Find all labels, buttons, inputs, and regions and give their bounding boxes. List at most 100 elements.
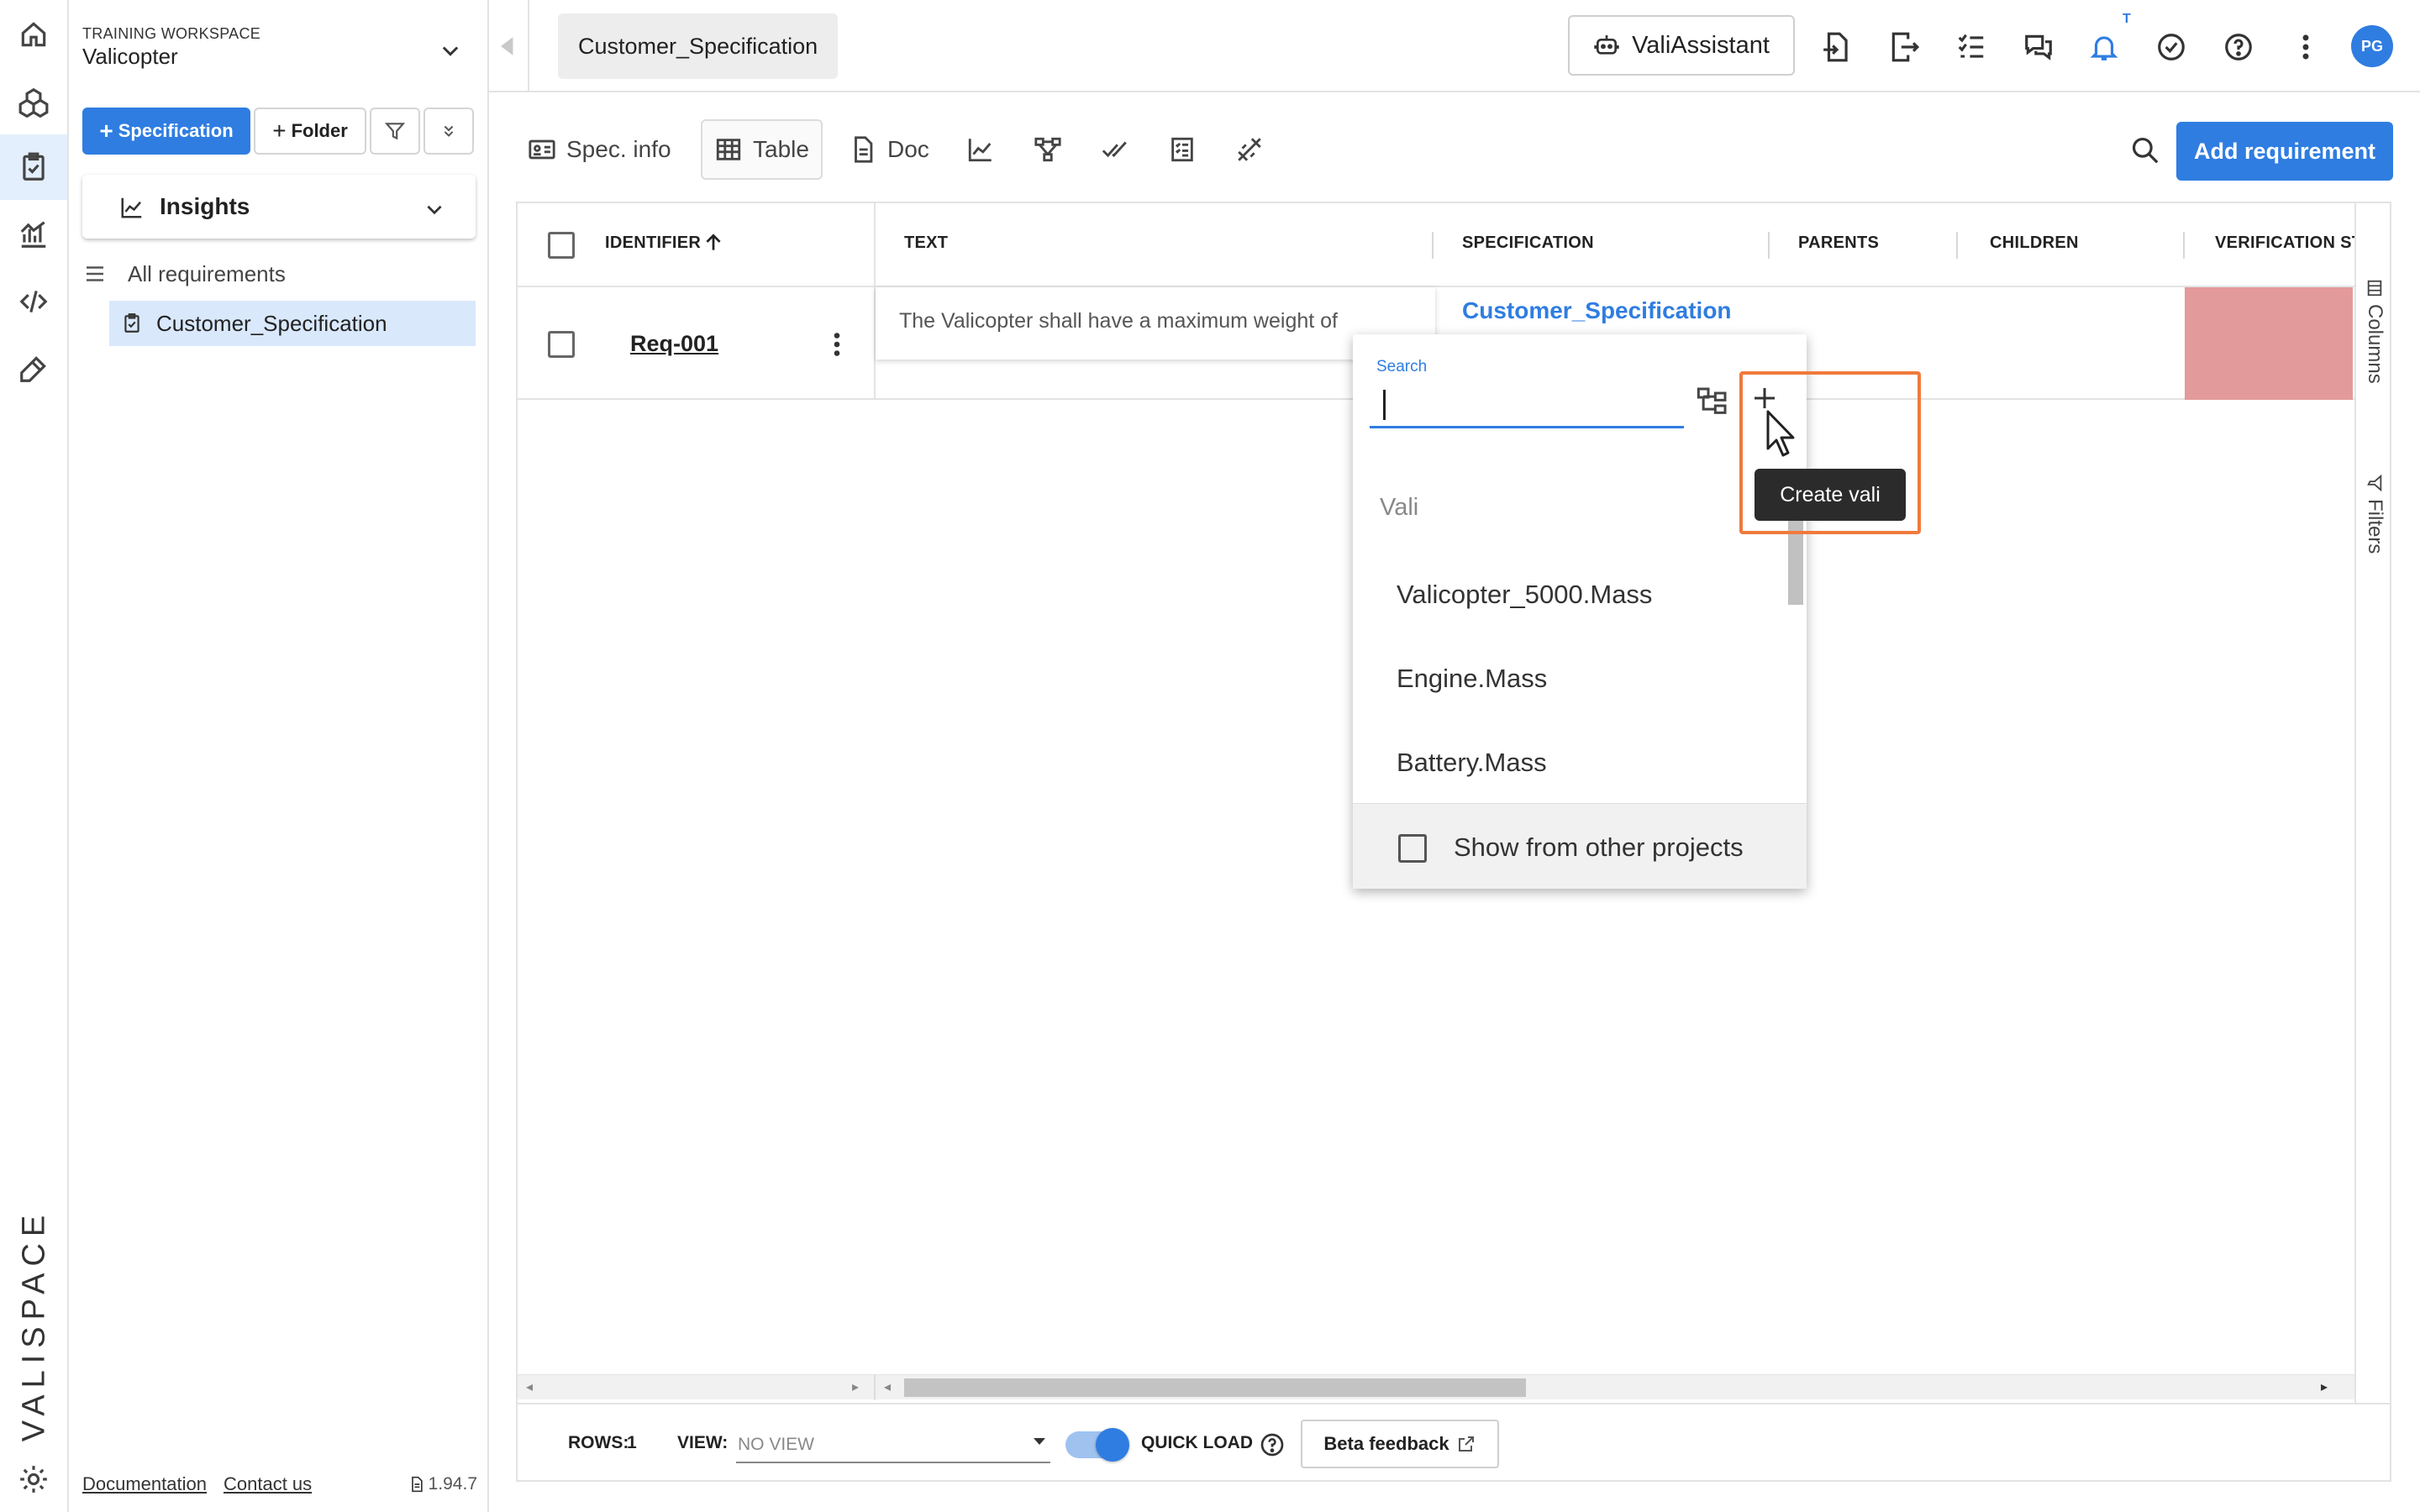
column-identifier[interactable]: IDENTIFIER bbox=[605, 234, 701, 253]
tooltip: Create vali bbox=[1754, 469, 1906, 521]
verification-status-cell[interactable] bbox=[2185, 287, 2353, 400]
more-vertical-icon[interactable] bbox=[2287, 29, 2324, 66]
collapse-sidebar-button[interactable] bbox=[489, 0, 529, 92]
chevron-down-icon[interactable] bbox=[424, 198, 445, 220]
valispace-logo: VALISPACE bbox=[16, 1208, 52, 1441]
search-input[interactable] bbox=[1370, 378, 1684, 428]
documentation-link[interactable]: Documentation bbox=[82, 1473, 207, 1495]
tree-item-customer-specification[interactable]: Customer_Specification bbox=[109, 301, 476, 346]
verification-view-icon[interactable] bbox=[1089, 119, 1141, 180]
document-icon bbox=[411, 1476, 423, 1493]
double-chevron-down-icon bbox=[444, 125, 454, 137]
sort-ascending-icon[interactable] bbox=[702, 232, 724, 254]
view-select[interactable]: NO VIEW bbox=[736, 1421, 1050, 1463]
columns-icon bbox=[2367, 280, 2382, 297]
row-menu-icon[interactable] bbox=[830, 329, 844, 360]
column-divider[interactable] bbox=[1768, 232, 1770, 259]
bell-icon[interactable] bbox=[2086, 29, 2123, 66]
robot-icon bbox=[1594, 35, 1619, 55]
column-specification[interactable]: SPECIFICATION bbox=[1462, 234, 1594, 253]
search-icon[interactable] bbox=[2129, 134, 2161, 166]
filter-button[interactable] bbox=[370, 108, 420, 155]
scrollbar-thumb[interactable] bbox=[904, 1378, 1526, 1397]
scroll-left-arrow-icon[interactable]: ◂ bbox=[526, 1378, 533, 1395]
workspace-name[interactable]: Valicopter bbox=[82, 44, 178, 70]
columns-tab[interactable]: Columns bbox=[2363, 279, 2386, 384]
avatar[interactable]: PG bbox=[2351, 25, 2393, 67]
column-parents[interactable]: PARENTS bbox=[1798, 234, 1879, 253]
column-verification-status[interactable]: VERIFICATION ST bbox=[2215, 234, 2362, 253]
notification-badge: T bbox=[2123, 12, 2131, 26]
settings-icon[interactable] bbox=[0, 1446, 67, 1512]
add-folder-button[interactable]: + Folder bbox=[254, 108, 366, 155]
requirement-identifier[interactable]: Req-001 bbox=[630, 331, 718, 357]
column-children[interactable]: CHILDREN bbox=[1990, 234, 2079, 253]
view-label: VIEW: bbox=[677, 1433, 729, 1452]
specification-link[interactable]: Customer_Specification bbox=[1462, 297, 1732, 324]
chevron-down-icon[interactable] bbox=[439, 39, 462, 62]
analytics-icon[interactable] bbox=[0, 202, 67, 267]
collapse-all-button[interactable] bbox=[424, 108, 474, 155]
filter-icon bbox=[2367, 474, 2382, 492]
table-header: IDENTIFIER TEXT SPECIFICATION PARENTS CH… bbox=[518, 203, 2390, 287]
beta-feedback-button[interactable]: Beta feedback bbox=[1301, 1420, 1499, 1468]
insights-panel[interactable]: Insights bbox=[82, 175, 476, 239]
design-view-icon[interactable] bbox=[1223, 119, 1276, 180]
list-item[interactable]: Engine.Mass bbox=[1397, 664, 1547, 694]
tab-spec-info[interactable]: Spec. info bbox=[516, 119, 683, 180]
help-icon[interactable] bbox=[2220, 29, 2257, 66]
list-icon bbox=[87, 266, 103, 281]
plus-icon: + bbox=[272, 118, 287, 144]
tab-customer-specification[interactable]: Customer_Specification bbox=[558, 13, 839, 79]
table-icon bbox=[716, 139, 741, 160]
document-icon bbox=[855, 136, 873, 163]
id-card-icon bbox=[529, 139, 555, 160]
column-divider[interactable] bbox=[1432, 232, 1434, 259]
column-text[interactable]: TEXT bbox=[904, 234, 948, 253]
home-icon[interactable] bbox=[0, 2, 67, 67]
tree-item-all-requirements[interactable]: All requirements bbox=[82, 255, 469, 292]
plus-icon: + bbox=[99, 118, 113, 144]
show-other-projects-row[interactable]: Show from other projects bbox=[1353, 803, 1807, 889]
scroll-left-arrow-icon[interactable]: ◂ bbox=[884, 1378, 891, 1395]
add-requirement-button[interactable]: Add requirement bbox=[2176, 122, 2393, 181]
tree-view-icon[interactable] bbox=[1022, 119, 1074, 180]
verified-icon[interactable] bbox=[2153, 29, 2190, 66]
tools-icon[interactable] bbox=[0, 336, 67, 402]
rows-label: ROWS: bbox=[568, 1433, 629, 1452]
list-item[interactable]: Battery.Mass bbox=[1397, 748, 1547, 778]
checklist-view-icon[interactable] bbox=[1156, 119, 1208, 180]
chart-view-icon[interactable] bbox=[955, 119, 1007, 180]
scroll-right-arrow-icon[interactable]: ▸ bbox=[2321, 1378, 2328, 1395]
column-divider[interactable] bbox=[2183, 232, 2185, 259]
show-other-projects-checkbox[interactable] bbox=[1398, 834, 1427, 863]
list-item[interactable]: Valicopter_5000.Mass bbox=[1397, 580, 1652, 610]
components-icon[interactable] bbox=[0, 69, 67, 134]
tree-browse-icon[interactable] bbox=[1696, 385, 1729, 418]
horizontal-scrollbar[interactable]: ◂ ▸ ◂ ▸ bbox=[518, 1374, 2354, 1400]
quick-load-toggle[interactable] bbox=[1065, 1428, 1129, 1462]
contact-link[interactable]: Contact us bbox=[224, 1473, 312, 1495]
help-icon[interactable] bbox=[1259, 1431, 1286, 1458]
checklist-icon[interactable] bbox=[1953, 29, 1990, 66]
requirement-text-editor[interactable]: The Valicopter shall have a maximum weig… bbox=[876, 287, 1435, 360]
export-icon[interactable] bbox=[1886, 29, 1923, 66]
import-icon[interactable] bbox=[1818, 29, 1855, 66]
filters-tab[interactable]: Filters bbox=[2363, 474, 2386, 554]
tab-doc[interactable]: Doc bbox=[837, 119, 941, 180]
toggle-knob bbox=[1096, 1428, 1129, 1462]
add-specification-button[interactable]: + Specification bbox=[82, 108, 250, 155]
chat-icon[interactable] bbox=[2020, 29, 2057, 66]
text-cell[interactable]: The Valicopter shall have a maximum weig… bbox=[874, 287, 1435, 400]
column-divider[interactable] bbox=[1956, 232, 1958, 259]
scroll-right-arrow-icon[interactable]: ▸ bbox=[852, 1378, 859, 1395]
chart-icon bbox=[121, 197, 142, 218]
external-link-icon bbox=[1458, 1436, 1474, 1452]
tab-table[interactable]: Table bbox=[701, 119, 823, 180]
valiassistant-button[interactable]: ValiAssistant bbox=[1568, 15, 1795, 76]
code-icon[interactable] bbox=[0, 269, 67, 334]
row-checkbox[interactable] bbox=[548, 331, 575, 358]
requirements-icon[interactable] bbox=[0, 134, 67, 200]
select-all-checkbox[interactable] bbox=[548, 232, 575, 259]
group-header: Vali bbox=[1380, 494, 1419, 521]
